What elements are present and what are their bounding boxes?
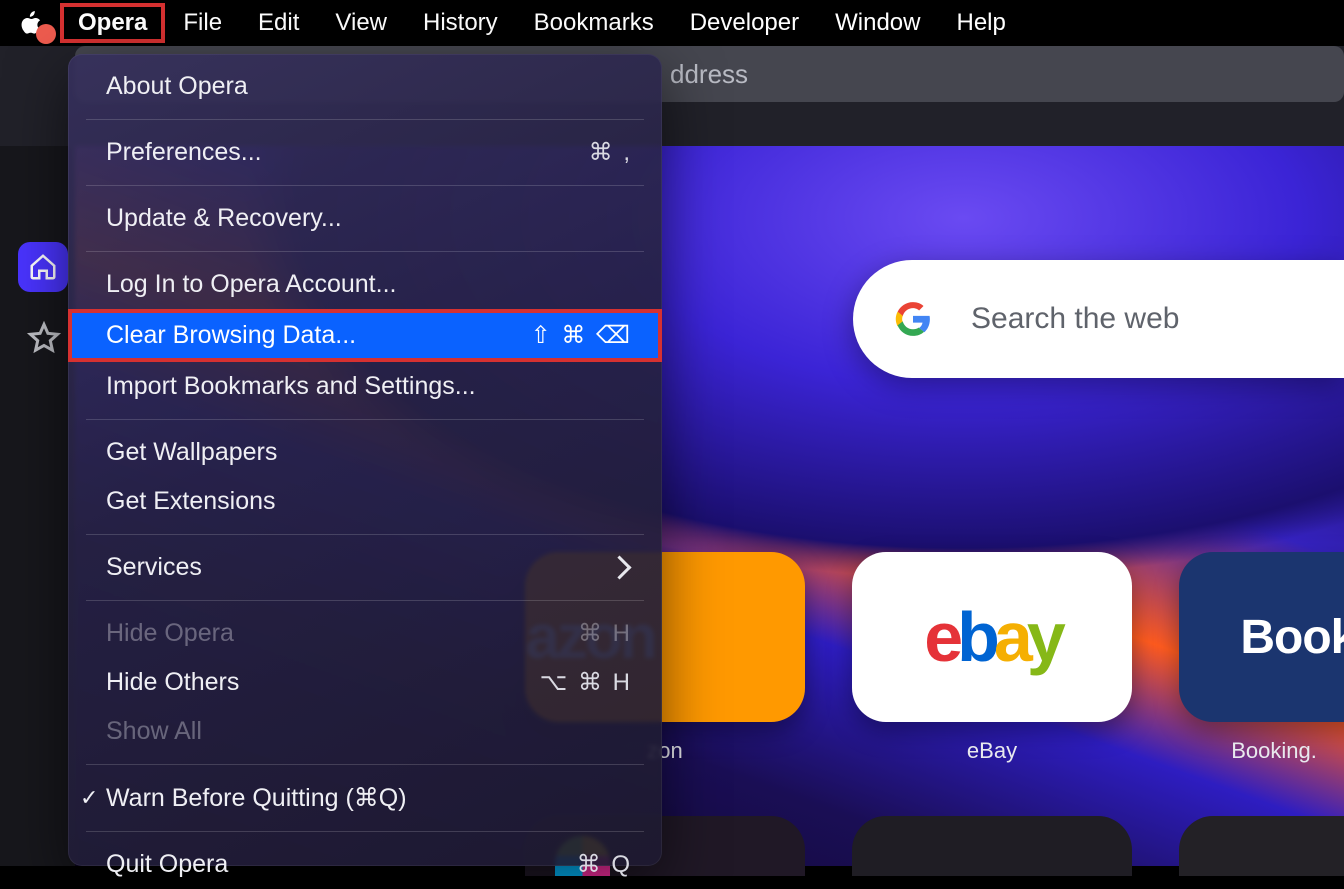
menu-view[interactable]: View — [317, 3, 405, 43]
address-bar-placeholder-fragment: ddress — [670, 59, 748, 90]
menu-get-extensions[interactable]: Get Extensions — [68, 477, 662, 526]
menu-separator — [86, 251, 644, 252]
google-g-icon — [895, 301, 931, 337]
macos-menubar: Opera File Edit View History Bookmarks D… — [0, 0, 1344, 46]
menu-clear-browsing-data[interactable]: Clear Browsing Data...⇧ ⌘ ⌫ — [68, 309, 662, 362]
menu-services[interactable]: Services — [68, 543, 662, 592]
speed-dial-ebay[interactable]: ebay — [852, 552, 1132, 722]
menu-hide-opera: Hide Opera⌘ H — [68, 609, 662, 658]
speed-dial-label-ebay: eBay — [852, 738, 1132, 764]
browser-sidebar-strip — [0, 46, 75, 866]
menu-preferences[interactable]: Preferences...⌘ , — [68, 128, 662, 177]
menu-quit-opera[interactable]: Quit Opera⌘ Q — [68, 840, 662, 889]
ebay-logo-icon: ebay — [924, 597, 1060, 677]
menu-separator — [86, 534, 644, 535]
menu-opera[interactable]: Opera — [60, 3, 165, 43]
search-placeholder: Search the web — [971, 302, 1179, 336]
menu-update-recovery[interactable]: Update & Recovery... — [68, 194, 662, 243]
speed-dial-label-booking: Booking. — [1114, 738, 1344, 764]
menu-import-bookmarks-settings[interactable]: Import Bookmarks and Settings... — [68, 362, 662, 411]
menu-separator — [86, 600, 644, 601]
speed-dial-row2-tile3[interactable] — [1179, 816, 1344, 876]
menu-history[interactable]: History — [405, 3, 516, 43]
menu-login-opera-account[interactable]: Log In to Opera Account... — [68, 260, 662, 309]
window-close-button[interactable] — [36, 24, 56, 44]
menu-about-opera[interactable]: About Opera — [68, 62, 662, 111]
menu-get-wallpapers[interactable]: Get Wallpapers — [68, 428, 662, 477]
menu-hide-others[interactable]: Hide Others⌥ ⌘ H — [68, 658, 662, 707]
home-icon — [28, 252, 58, 282]
menu-bookmarks[interactable]: Bookmarks — [516, 3, 672, 43]
menu-separator — [86, 185, 644, 186]
opera-app-menu-dropdown: About Opera Preferences...⌘ , Update & R… — [68, 54, 662, 866]
menu-separator — [86, 831, 644, 832]
star-outline-icon — [26, 320, 62, 356]
booking-logo-fragment: Booking. — [1240, 610, 1344, 665]
menu-developer[interactable]: Developer — [672, 3, 817, 43]
speed-dial-booking[interactable]: Booking. EARLY DE — [1179, 552, 1344, 722]
menu-warn-before-quitting[interactable]: Warn Before Quitting (⌘Q) — [68, 773, 662, 823]
menu-separator — [86, 419, 644, 420]
menu-window[interactable]: Window — [817, 3, 938, 43]
sidebar-home-button[interactable] — [18, 242, 68, 292]
menu-edit[interactable]: Edit — [240, 3, 317, 43]
menu-separator — [86, 764, 644, 765]
menu-show-all: Show All — [68, 707, 662, 756]
search-the-web-pill[interactable]: Search the web — [853, 260, 1344, 378]
menu-help[interactable]: Help — [938, 3, 1023, 43]
speed-dial-row2-tile2[interactable] — [852, 816, 1132, 876]
menu-file[interactable]: File — [165, 3, 240, 43]
menu-separator — [86, 119, 644, 120]
sidebar-bookmarks-button[interactable] — [24, 318, 64, 358]
